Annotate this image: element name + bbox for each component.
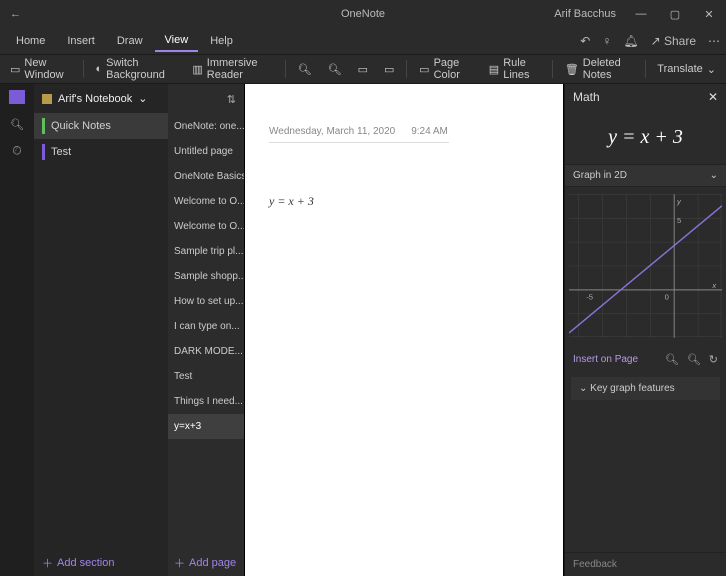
- page-canvas[interactable]: Wednesday, March 11, 2020 9:24 AM y = x …: [244, 84, 564, 576]
- page-item[interactable]: Sample shopp...: [168, 264, 244, 289]
- equation-text[interactable]: y = x + 3: [269, 194, 314, 209]
- zoom-out-icon[interactable]: 🔍︎: [665, 353, 679, 366]
- svg-text:-5: -5: [586, 292, 593, 301]
- zoom-in-button[interactable]: 🔍︎: [322, 60, 348, 79]
- zoom-in-icon[interactable]: 🔍︎: [687, 353, 701, 366]
- trash-icon: 🗑︎: [565, 63, 579, 76]
- page-item[interactable]: OneNote Basics: [168, 164, 244, 189]
- tab-insert[interactable]: Insert: [57, 31, 105, 51]
- page-item[interactable]: Things I need...: [168, 389, 244, 414]
- notebooks-icon[interactable]: [9, 90, 25, 104]
- section-label: Quick Notes: [51, 120, 111, 132]
- page-color-button[interactable]: ▭Page Color: [413, 54, 479, 84]
- page-width-button[interactable]: ▭: [378, 60, 400, 79]
- graph-mode-dropdown[interactable]: Graph in 2D⌄: [565, 164, 726, 187]
- ribbon: ▭New Window ◐Switch Background ▥Immersiv…: [0, 54, 726, 84]
- chevron-down-icon: ⌄: [707, 63, 716, 76]
- sections-panel: Arif's Notebook ⌄ Quick Notes Test: [34, 84, 168, 576]
- page-time: 9:24 AM: [411, 126, 448, 137]
- minimize-button[interactable]: —: [624, 8, 658, 21]
- page-item[interactable]: DARK MODE...: [168, 339, 244, 364]
- section-item[interactable]: Test: [34, 139, 168, 165]
- svg-text:y: y: [676, 197, 682, 206]
- tab-help[interactable]: Help: [200, 31, 243, 51]
- immersive-reader-button[interactable]: ▥Immersive Reader: [186, 54, 279, 84]
- nav-rail: 🔍︎ 🕘︎: [0, 84, 34, 576]
- section-label: Test: [51, 146, 71, 158]
- section-color-bar: [42, 144, 45, 160]
- zoom-100-button[interactable]: ▭: [352, 60, 374, 79]
- deleted-notes-button[interactable]: 🗑︎Deleted Notes: [559, 54, 639, 84]
- math-pane: Math ✕ y = x + 3 Graph in 2D⌄ x: [564, 84, 726, 576]
- pages-panel: ⇅ OneNote: one...Untitled pageOneNote Ba…: [168, 84, 244, 576]
- page-item[interactable]: Welcome to O...: [168, 189, 244, 214]
- insert-on-page-button[interactable]: Insert on Page: [573, 354, 638, 365]
- zoom-out-icon: 🔍︎: [298, 63, 312, 76]
- zoom-out-button[interactable]: 🔍︎: [292, 60, 318, 79]
- page-date: Wednesday, March 11, 2020: [269, 126, 395, 137]
- graph-plot[interactable]: x y -5 0 5: [565, 187, 726, 348]
- lines-icon: ▤: [489, 63, 499, 76]
- filter-icon[interactable]: ⇅: [227, 93, 236, 106]
- page-item[interactable]: Test: [168, 364, 244, 389]
- title-bar: ← OneNote Arif Bacchus — ▢ ✕: [0, 0, 726, 28]
- switch-icon: ◐: [95, 63, 102, 75]
- page-item[interactable]: Welcome to O...: [168, 214, 244, 239]
- user-name[interactable]: Arif Bacchus: [554, 8, 616, 20]
- close-button[interactable]: ✕: [692, 8, 726, 21]
- search-icon[interactable]: 🔍︎: [10, 118, 24, 131]
- reset-icon[interactable]: ↻: [709, 353, 718, 366]
- window-icon: ▭: [10, 63, 20, 76]
- feedback-link[interactable]: Feedback: [565, 552, 726, 576]
- svg-text:0: 0: [665, 292, 669, 301]
- maximize-button[interactable]: ▢: [658, 8, 692, 21]
- pagew-icon: ▭: [384, 63, 394, 76]
- math-formula: y = x + 3: [565, 110, 726, 164]
- translate-button[interactable]: Translate ⌄: [651, 60, 722, 79]
- switch-background-button[interactable]: ◐Switch Background: [89, 54, 182, 84]
- app-title: OneNote: [341, 8, 385, 20]
- more-icon[interactable]: ⋯: [708, 34, 720, 48]
- chevron-down-icon: ⌄: [579, 383, 587, 394]
- chevron-down-icon: ⌄: [138, 92, 147, 105]
- page-item[interactable]: Sample trip pl...: [168, 239, 244, 264]
- notebook-picker[interactable]: Arif's Notebook ⌄: [34, 84, 168, 113]
- color-icon: ▭: [419, 63, 429, 76]
- svg-text:5: 5: [677, 216, 681, 225]
- page-icon: ▭: [358, 63, 368, 76]
- zoom-in-icon: 🔍︎: [328, 63, 342, 76]
- page-item[interactable]: How to set up...: [168, 289, 244, 314]
- section-color-bar: [42, 118, 45, 134]
- recent-icon[interactable]: 🕘︎: [13, 145, 22, 158]
- share-button[interactable]: ↗ Share: [651, 34, 696, 48]
- page-item[interactable]: OneNote: one...: [168, 114, 244, 139]
- notebook-icon: [42, 94, 52, 104]
- menu-bar: Home Insert Draw View Help ↶ ♀ 🔔︎ ↗ Shar…: [0, 28, 726, 54]
- add-section-button[interactable]: ＋ Add section: [34, 550, 168, 576]
- lightbulb-icon[interactable]: ♀: [602, 34, 611, 48]
- rule-lines-button[interactable]: ▤Rule Lines: [483, 54, 546, 84]
- section-item[interactable]: Quick Notes: [34, 113, 168, 139]
- tab-home[interactable]: Home: [6, 31, 55, 51]
- back-button[interactable]: ←: [0, 8, 31, 20]
- tab-draw[interactable]: Draw: [107, 31, 153, 51]
- tab-view[interactable]: View: [155, 30, 199, 52]
- page-item[interactable]: y=x+3: [168, 414, 244, 439]
- book-icon: ▥: [192, 63, 202, 76]
- key-graph-features-button[interactable]: ⌄ Key graph features: [571, 377, 720, 400]
- page-item[interactable]: I can type on...: [168, 314, 244, 339]
- page-item[interactable]: Untitled page: [168, 139, 244, 164]
- math-title: Math: [573, 90, 600, 104]
- add-page-button[interactable]: ＋ Add page: [168, 550, 244, 576]
- close-icon[interactable]: ✕: [708, 90, 718, 104]
- chevron-down-icon: ⌄: [710, 170, 718, 181]
- bell-icon[interactable]: 🔔︎: [623, 34, 638, 48]
- new-window-button[interactable]: ▭New Window: [4, 54, 77, 84]
- undo-icon[interactable]: ↶: [580, 34, 590, 48]
- svg-text:x: x: [711, 281, 717, 290]
